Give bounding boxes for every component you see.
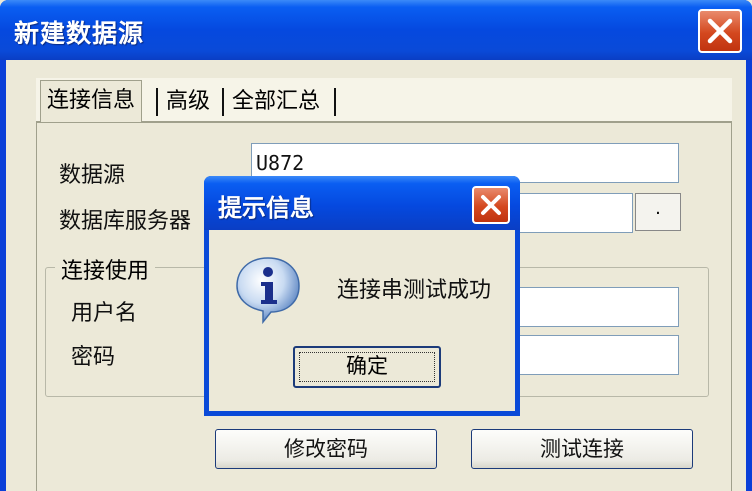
connection-group-label: 连接使用 xyxy=(55,253,156,285)
close-icon xyxy=(707,18,733,44)
dialog-message: 连接串测试成功 xyxy=(337,278,492,303)
password-label: 密码 xyxy=(71,345,116,370)
tab-strip: 连接信息 高级 全部汇总 xyxy=(36,78,732,123)
username-input[interactable] xyxy=(511,287,679,327)
dialog-close-button[interactable] xyxy=(472,186,510,224)
tab-separator xyxy=(222,88,224,116)
username-label: 用户名 xyxy=(71,301,138,326)
close-icon xyxy=(481,195,501,215)
dialog-title: 提示信息 xyxy=(218,194,314,222)
tab-separator xyxy=(156,88,158,116)
ok-button[interactable]: 确定 xyxy=(293,346,441,388)
info-icon xyxy=(236,257,300,324)
dialog-title-bar[interactable]: 提示信息 xyxy=(204,176,520,230)
datasource-label: 数据源 xyxy=(59,163,126,188)
message-dialog: 提示信息 连接串测试成功 确定 xyxy=(204,176,520,416)
tab-separator xyxy=(334,88,336,116)
window-title: 新建数据源 xyxy=(14,19,145,48)
db-server-label: 数据库服务器 xyxy=(59,209,192,234)
test-connection-button[interactable]: 测试连接 xyxy=(471,429,693,469)
password-input[interactable] xyxy=(511,335,679,375)
change-password-button[interactable]: 修改密码 xyxy=(215,429,437,469)
dialog-client-area: 连接串测试成功 确定 xyxy=(209,230,515,411)
db-server-browse-button[interactable]: . xyxy=(635,193,681,231)
title-bar[interactable]: 新建数据源 xyxy=(0,0,752,60)
tab-advanced[interactable]: 高级 xyxy=(166,84,210,120)
tab-summary[interactable]: 全部汇总 xyxy=(232,84,320,120)
tab-connection-info[interactable]: 连接信息 xyxy=(40,80,143,123)
focus-rectangle xyxy=(299,352,435,382)
window-close-button[interactable] xyxy=(698,9,742,53)
